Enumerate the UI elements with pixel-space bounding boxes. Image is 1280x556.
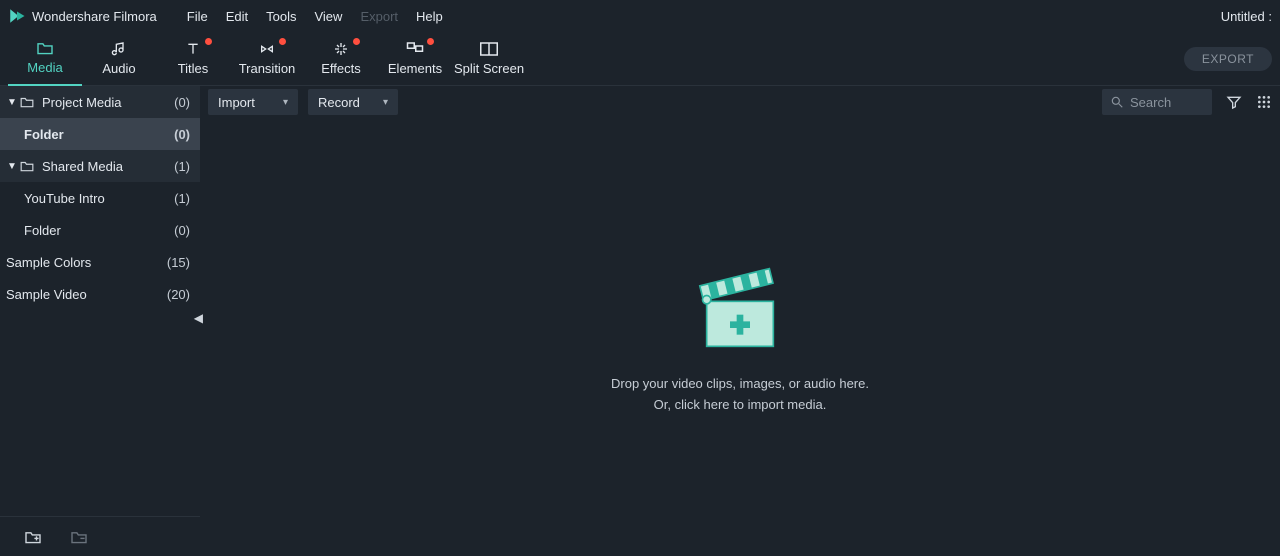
- tab-audio[interactable]: Audio: [82, 32, 156, 86]
- tree-label: Shared Media: [42, 159, 174, 174]
- dropzone-line2: Or, click here to import media.: [611, 395, 869, 416]
- chevron-down-icon[interactable]: ▼: [6, 161, 18, 172]
- tree-count: (1): [174, 159, 190, 174]
- media-sidebar: ▼ Project Media (0) Folder (0) ▼ Shared …: [0, 86, 200, 556]
- text-icon: [185, 41, 201, 57]
- tool-tabs: Media Audio Titles Transition Effects El…: [0, 32, 1280, 86]
- export-button[interactable]: EXPORT: [1184, 47, 1272, 71]
- tab-media-label: Media: [27, 60, 62, 75]
- sidebar-item-shared-media[interactable]: ▼ Shared Media (1): [0, 150, 200, 182]
- music-icon: [110, 41, 128, 57]
- chevron-down-icon[interactable]: ▼: [6, 97, 18, 108]
- main-panel: Import ▾ Record ▾: [200, 86, 1280, 556]
- tree-count: (0): [174, 223, 190, 238]
- delete-folder-button[interactable]: [70, 530, 88, 544]
- sidebar-item-sample-video[interactable]: Sample Video (20): [0, 278, 200, 310]
- sidebar-footer: [0, 516, 200, 556]
- document-title: Untitled :: [1221, 9, 1272, 24]
- sidebar-item-sample-colors[interactable]: Sample Colors (15): [0, 246, 200, 278]
- menu-file[interactable]: File: [187, 9, 208, 24]
- filmora-icon: [8, 7, 26, 25]
- sidebar-collapse-handle[interactable]: ◀: [194, 311, 203, 325]
- tab-split-screen[interactable]: Split Screen: [452, 32, 526, 86]
- menu-tools[interactable]: Tools: [266, 9, 296, 24]
- tab-effects-label: Effects: [321, 61, 361, 76]
- dropzone-line1: Drop your video clips, images, or audio …: [611, 374, 869, 395]
- tab-elements-label: Elements: [388, 61, 442, 76]
- sidebar-item-youtube-intro[interactable]: YouTube Intro (1): [0, 182, 200, 214]
- tree-label: Folder: [24, 223, 174, 238]
- tab-split-screen-label: Split Screen: [454, 61, 524, 76]
- tab-transition[interactable]: Transition: [230, 32, 304, 86]
- tree-count: (0): [174, 95, 190, 110]
- tree-count: (15): [167, 255, 190, 270]
- new-folder-button[interactable]: [24, 530, 42, 544]
- tree-label: Sample Colors: [6, 255, 167, 270]
- menu-export: Export: [360, 9, 398, 24]
- notification-dot-icon: [353, 38, 360, 45]
- folder-icon: [20, 160, 36, 172]
- clapperboard-icon: [690, 258, 790, 358]
- tree-label: Folder: [24, 127, 174, 142]
- tree-label: Sample Video: [6, 287, 167, 302]
- tab-elements[interactable]: Elements: [378, 32, 452, 86]
- tree-count: (0): [174, 127, 190, 142]
- sidebar-item-folder-2[interactable]: Folder (0): [0, 214, 200, 246]
- import-label: Import: [218, 95, 255, 110]
- transition-icon: [258, 41, 276, 57]
- menu-items: File Edit Tools View Export Help: [187, 9, 443, 24]
- tree-count: (1): [174, 191, 190, 206]
- elements-icon: [406, 41, 424, 57]
- workspace: ▼ Project Media (0) Folder (0) ▼ Shared …: [0, 86, 1280, 556]
- notification-dot-icon: [205, 38, 212, 45]
- menubar: Wondershare Filmora File Edit Tools View…: [0, 0, 1280, 32]
- folder-icon: [20, 96, 36, 108]
- notification-dot-icon: [427, 38, 434, 45]
- tab-media[interactable]: Media: [8, 32, 82, 86]
- tab-effects[interactable]: Effects: [304, 32, 378, 86]
- record-dropdown[interactable]: Record ▾: [308, 89, 398, 115]
- split-screen-icon: [480, 41, 498, 57]
- notification-dot-icon: [279, 38, 286, 45]
- menu-help[interactable]: Help: [416, 9, 443, 24]
- filter-button[interactable]: [1226, 94, 1242, 110]
- search-box[interactable]: [1102, 89, 1212, 115]
- chevron-down-icon: ▾: [283, 97, 288, 108]
- grid-view-button[interactable]: [1256, 94, 1272, 110]
- menu-edit[interactable]: Edit: [226, 9, 248, 24]
- sidebar-item-project-media[interactable]: ▼ Project Media (0): [0, 86, 200, 118]
- tab-audio-label: Audio: [102, 61, 135, 76]
- record-label: Record: [318, 95, 360, 110]
- tab-titles[interactable]: Titles: [156, 32, 230, 86]
- tree-label: YouTube Intro: [24, 191, 174, 206]
- app-logo: Wondershare Filmora: [8, 7, 157, 25]
- app-title: Wondershare Filmora: [32, 9, 157, 24]
- media-dropzone[interactable]: Drop your video clips, images, or audio …: [200, 117, 1280, 556]
- menu-view[interactable]: View: [314, 9, 342, 24]
- tab-transition-label: Transition: [239, 61, 296, 76]
- search-icon: [1110, 95, 1124, 109]
- tree-label: Project Media: [42, 95, 174, 110]
- sparkle-icon: [333, 41, 349, 57]
- sidebar-item-folder[interactable]: Folder (0): [0, 118, 200, 150]
- folder-icon: [36, 40, 54, 56]
- import-dropdown[interactable]: Import ▾: [208, 89, 298, 115]
- main-toolbar: Import ▾ Record ▾: [200, 87, 1280, 117]
- chevron-down-icon: ▾: [383, 97, 388, 108]
- dropzone-text: Drop your video clips, images, or audio …: [611, 374, 869, 416]
- media-tree: ▼ Project Media (0) Folder (0) ▼ Shared …: [0, 86, 200, 516]
- tree-count: (20): [167, 287, 190, 302]
- search-input[interactable]: [1130, 95, 1204, 110]
- tab-titles-label: Titles: [178, 61, 209, 76]
